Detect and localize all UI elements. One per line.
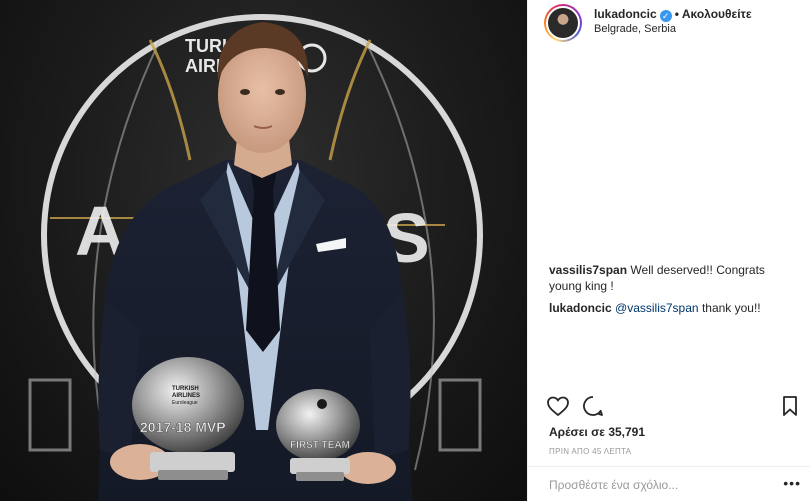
post-author-username[interactable]: lukadoncic — [594, 7, 657, 21]
profile-avatar[interactable] — [544, 4, 582, 42]
photo-illustration: TURKISH AIRLINES A S — [28, 14, 483, 501]
comment-icon[interactable] — [581, 394, 605, 423]
trophy-first-team-caption: FIRST TEAM — [290, 440, 350, 451]
trophy-mvp-brand1: TURKISH — [172, 386, 199, 392]
heart-icon[interactable] — [546, 394, 570, 423]
add-comment-input[interactable] — [549, 476, 779, 494]
comments-list: vassilis7span Well deserved!! Congrats y… — [549, 262, 799, 322]
trophy-mvp-brand3: Euroleague — [172, 400, 198, 406]
post-photo[interactable]: TURKISH AIRLINES A S — [0, 0, 527, 501]
more-options-icon[interactable]: ••• — [783, 475, 801, 491]
add-comment-bar: ••• — [528, 466, 810, 501]
trophy-mvp-caption: 2017-18 MVP — [140, 419, 226, 435]
post-timestamp[interactable]: ΠΡΙΝ ΑΠΟ 45 ΛΕΠΤΑ — [549, 447, 631, 456]
comment-mention[interactable]: @vassilis7span — [615, 301, 699, 315]
comment-username[interactable]: lukadoncic — [549, 301, 612, 315]
trophy-mvp-brand2: AIRLINES — [172, 393, 200, 399]
post-sidebar: lukadoncic ✓ • Ακολουθείτε Belgrade, Serbia… — [527, 0, 810, 501]
post-header: lukadoncic ✓ • Ακολουθείτε Belgrade, Serbia — [528, 0, 810, 44]
post-author-row: lukadoncic ✓ • Ακολουθείτε — [594, 7, 752, 22]
bookmark-icon[interactable] — [778, 394, 802, 423]
avatar-image — [546, 6, 580, 40]
comment-item: vassilis7span Well deserved!! Congrats y… — [549, 262, 799, 294]
comment-text: thank you!! — [701, 301, 761, 315]
comment-username[interactable]: vassilis7span — [549, 263, 627, 277]
comment-item: lukadoncic @vassilis7span thank you!! — [549, 300, 799, 316]
likes-count[interactable]: Αρέσει σε 35,791 — [549, 425, 645, 439]
post-actions — [546, 394, 806, 418]
following-button[interactable]: Ακολουθείτε — [682, 7, 752, 21]
separator-dot: • — [674, 7, 679, 21]
post-location[interactable]: Belgrade, Serbia — [594, 23, 676, 35]
verified-badge-icon: ✓ — [659, 10, 672, 22]
